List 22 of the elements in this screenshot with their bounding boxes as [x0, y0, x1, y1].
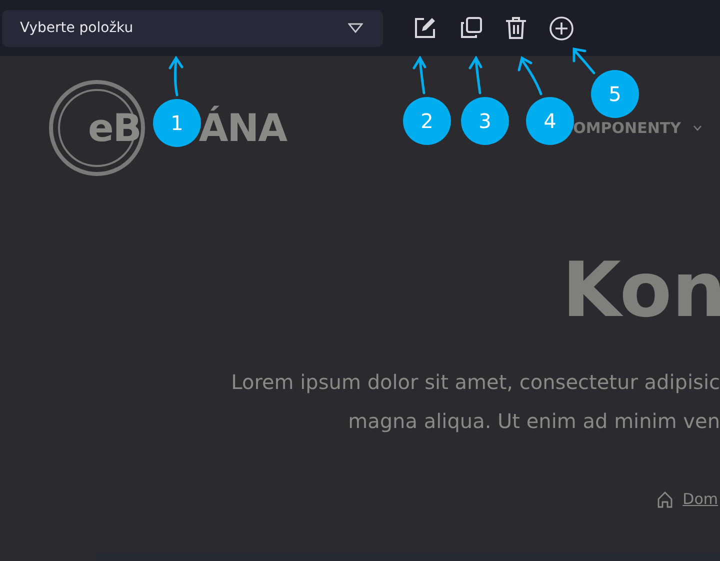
edit-icon[interactable]: [413, 16, 437, 40]
intro-text-line: Lorem ipsum dolor sit amet, consectetur adipisic: [231, 370, 720, 395]
callout-marker: 3: [461, 97, 509, 145]
breadcrumb-link[interactable]: Dom: [682, 488, 718, 510]
copy-icon[interactable]: [459, 16, 483, 40]
callout-arrow: [168, 56, 184, 97]
callout-marker: 4: [526, 97, 574, 145]
callout-arrow: [572, 47, 596, 75]
callout-marker: 2: [403, 97, 451, 145]
nav-link[interactable]: OMPONENTY: [573, 116, 681, 140]
add-icon[interactable]: [549, 16, 574, 40]
callout-arrow: [412, 56, 427, 95]
intro-text-line: magna aliqua. Ut enim ad minim ven: [348, 409, 720, 434]
callout-arrow: [517, 56, 543, 96]
caret-icon: [348, 23, 363, 33]
logo-text: ÁNA: [198, 104, 287, 152]
chevron-down-icon: [693, 125, 702, 131]
trash-icon[interactable]: [505, 16, 527, 40]
item-dropdown[interactable]: Vyberte položku: [2, 10, 383, 46]
home-icon: [656, 490, 673, 508]
callout-arrow: [468, 56, 483, 95]
callout-marker: 5: [591, 70, 639, 118]
